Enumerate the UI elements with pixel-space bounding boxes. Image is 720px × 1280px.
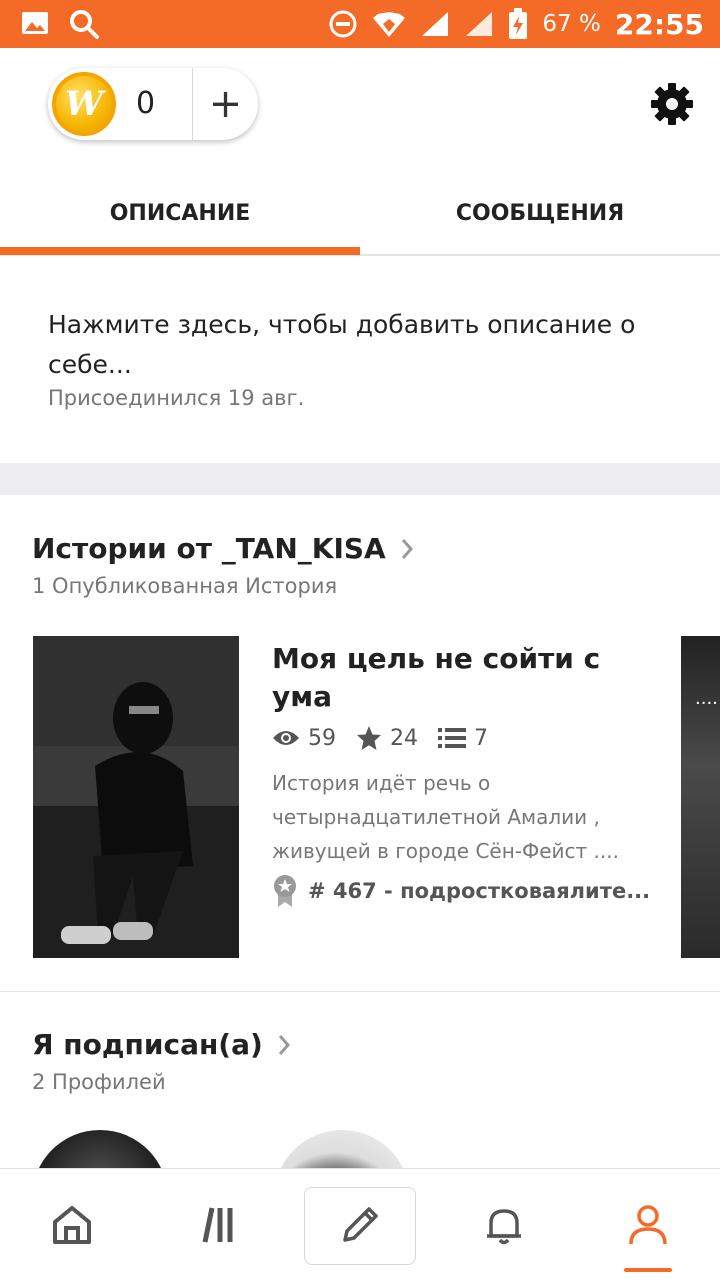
- battery-charging-icon: [509, 8, 528, 39]
- tab-messages[interactable]: СООБЩЕНИЯ: [360, 170, 720, 256]
- chevron-right-icon: [278, 1034, 290, 1055]
- nav-profile[interactable]: [576, 1169, 720, 1280]
- nav-notifications[interactable]: [432, 1169, 576, 1280]
- list-icon: [438, 728, 466, 748]
- tab-description[interactable]: ОПИСАНИЕ: [0, 170, 360, 256]
- nav-library[interactable]: [144, 1169, 288, 1280]
- votes-count: 24: [390, 725, 418, 751]
- parts-count: 7: [474, 725, 488, 751]
- next-story-card[interactable]: ....: [681, 636, 720, 958]
- following-count: 2 Профилей: [32, 1070, 166, 1094]
- home-icon: [53, 1206, 91, 1244]
- clock: 22:55: [614, 7, 704, 41]
- bottom-navigation: [0, 1168, 720, 1280]
- search-icon: [70, 10, 99, 39]
- nav-write-icon-holder[interactable]: [288, 1169, 432, 1280]
- joined-date: Присоединился 19 авг.: [48, 386, 305, 410]
- story-description: История идёт речь о четырнадцатилетной А…: [272, 771, 619, 863]
- following-section-header[interactable]: Я подписан(а): [32, 1028, 291, 1061]
- coin-letter: W: [64, 84, 104, 124]
- story-title[interactable]: Моя цель не сойти с ума: [272, 640, 652, 716]
- gear-icon[interactable]: [650, 82, 694, 126]
- signal-icon: [466, 12, 493, 36]
- active-tab-indicator: [0, 247, 360, 255]
- add-coins-button[interactable]: +: [193, 68, 258, 140]
- award-ribbon-icon: [274, 875, 296, 907]
- story-rank[interactable]: # 467 - подростковаялите...: [272, 874, 652, 908]
- story-cover-image[interactable]: [33, 636, 239, 958]
- coins-widget[interactable]: W 0 +: [48, 68, 258, 140]
- active-nav-indicator: [624, 1268, 672, 1272]
- next-card-dots: ....: [695, 688, 718, 709]
- stories-count: 1 Опубликованная История: [32, 574, 338, 598]
- coin-count: 0: [136, 86, 156, 121]
- profile-tabs: ОПИСАНИЕ СООБЩЕНИЯ: [0, 170, 720, 256]
- votes-stat: 24: [356, 725, 418, 751]
- image-icon: [22, 12, 48, 34]
- notifications-icon: [487, 1209, 521, 1245]
- stories-section-header[interactable]: Истории от _TAN_KISA: [32, 532, 414, 565]
- nav-home[interactable]: [0, 1169, 144, 1280]
- signal-icon: [422, 12, 449, 36]
- rank-label: # 467 - подростковаялите...: [308, 879, 651, 903]
- following-title: Я подписан(а): [32, 1028, 263, 1061]
- eye-icon: [273, 731, 299, 745]
- dnd-icon: [329, 10, 357, 38]
- write-icon: [343, 1207, 378, 1242]
- wifi-icon: [373, 12, 406, 37]
- reads-count: 59: [308, 725, 336, 751]
- chevron-right-icon: [401, 538, 413, 559]
- status-bar: 67 % 22:55: [0, 0, 720, 48]
- reads-stat: 59: [272, 726, 336, 751]
- parts-stat: 7: [438, 726, 488, 751]
- library-icon: [202, 1207, 233, 1243]
- stories-title: Истории от _TAN_KISA: [32, 532, 386, 565]
- add-description-prompt[interactable]: Нажмите здесь, чтобы добавить описание о…: [48, 305, 668, 385]
- battery-percentage: 67 %: [542, 11, 601, 37]
- divider: [0, 991, 720, 992]
- coin-icon: W: [52, 72, 116, 136]
- star-icon: [357, 726, 381, 750]
- section-separator: [0, 463, 720, 495]
- cover-artwork: [33, 636, 239, 958]
- story-stats: 59 24 7: [272, 725, 508, 751]
- profile-icon: [629, 1205, 667, 1245]
